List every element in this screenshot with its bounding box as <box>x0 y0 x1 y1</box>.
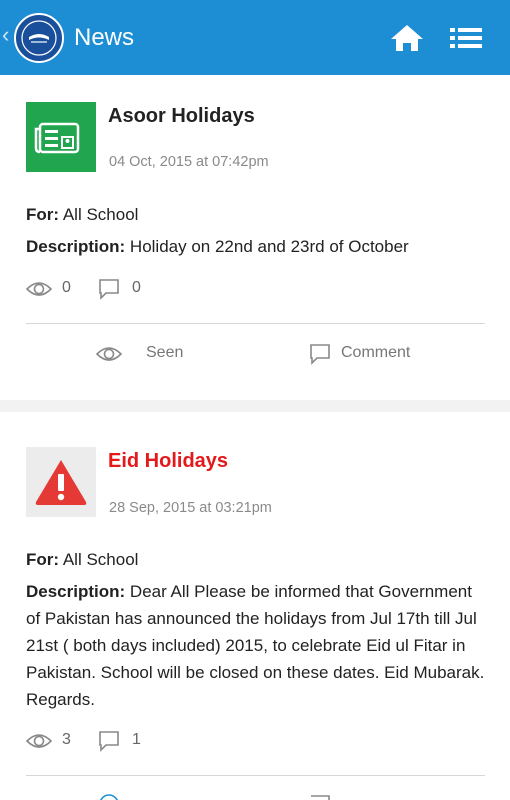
seen-button[interactable]: Seen <box>96 338 196 368</box>
news-card[interactable]: Eid Holidays 28 Sep, 2015 at 03:21pm For… <box>0 412 510 800</box>
seen-button[interactable] <box>96 794 122 800</box>
seen-label: Seen <box>146 344 184 361</box>
description-field: Description: Dear All Please be informed… <box>26 578 488 713</box>
comment-icon <box>311 795 330 800</box>
view-count: 3 <box>62 731 71 748</box>
audience-field: For: All School <box>26 201 488 228</box>
for-label: For: <box>26 205 60 224</box>
comment-button[interactable] <box>309 794 331 800</box>
warning-icon <box>26 447 96 517</box>
description-label: Description: <box>26 582 126 601</box>
post-stats: 3 1 <box>26 728 326 754</box>
app-title: News <box>74 24 135 51</box>
eye-icon <box>26 282 52 296</box>
post-date: 28 Sep, 2015 at 03:21pm <box>109 500 272 516</box>
news-card[interactable]: Asoor Holidays 04 Oct, 2015 at 07:42pm F… <box>0 75 510 400</box>
newspaper-icon <box>26 102 96 172</box>
app-bar: ‹ News <box>0 0 510 75</box>
for-label: For: <box>26 550 60 569</box>
comment-count: 1 <box>132 731 141 748</box>
comment-button[interactable]: Comment <box>309 338 429 368</box>
for-value: All School <box>59 205 139 224</box>
eye-icon <box>100 794 118 800</box>
description-label: Description: <box>26 237 126 256</box>
post-date: 04 Oct, 2015 at 07:42pm <box>109 154 269 170</box>
school-logo <box>14 13 64 63</box>
description-text: Holiday on 22nd and 23rd of October <box>125 237 409 256</box>
eye-icon <box>96 347 122 361</box>
description-text: Dear All Please be informed that Governm… <box>26 582 485 709</box>
comment-icon <box>99 731 119 752</box>
for-value: All School <box>59 550 139 569</box>
comment-label: Comment <box>341 344 411 361</box>
post-title[interactable]: Eid Holidays <box>108 448 228 474</box>
comment-count: 0 <box>132 279 141 296</box>
post-title[interactable]: Asoor Holidays <box>108 103 255 129</box>
view-count: 0 <box>62 279 71 296</box>
divider <box>26 775 485 776</box>
comment-icon <box>99 279 119 300</box>
post-stats: 0 0 <box>26 276 326 302</box>
back-chevron-icon[interactable]: ‹ <box>2 24 9 46</box>
list-icon[interactable] <box>450 25 486 55</box>
home-icon[interactable] <box>390 24 426 54</box>
divider <box>26 323 485 324</box>
description-field: Description: Holiday on 22nd and 23rd of… <box>26 233 488 260</box>
eye-icon <box>26 734 52 748</box>
comment-icon <box>310 344 330 365</box>
audience-field: For: All School <box>26 546 488 573</box>
